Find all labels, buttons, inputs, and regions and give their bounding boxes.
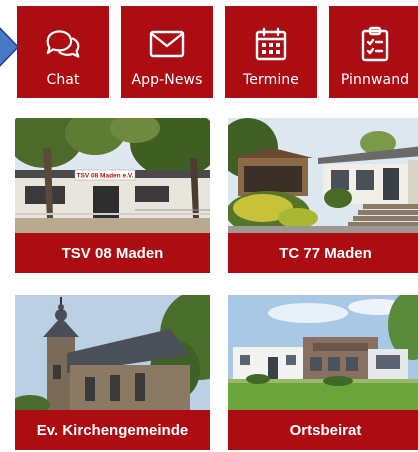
card-photo <box>228 118 418 233</box>
nav-tile-label: App-News <box>131 72 203 88</box>
pointer-arrow-icon <box>0 27 18 67</box>
card-title: TC 77 Maden <box>228 233 418 273</box>
nav-tile-chat[interactable]: Chat <box>17 6 109 98</box>
card-title: TSV 08 Maden <box>15 233 210 273</box>
card-ev-kirchengemeinde[interactable]: Ev. Kirchengemeinde <box>15 295 210 450</box>
nav-tile-pinnwand[interactable]: Pinnwand <box>329 6 418 98</box>
nav-tile-app-news[interactable]: App-News <box>121 6 213 98</box>
card-tsv-08-maden[interactable]: TSV 08 Maden e.V. TSV 08 Maden <box>15 118 210 273</box>
card-photo <box>228 295 418 410</box>
nav-tile-termine[interactable]: Termine <box>225 6 317 98</box>
chat-bubbles-icon <box>45 28 81 60</box>
card-title: Ev. Kirchengemeinde <box>15 410 210 450</box>
clipboard-icon <box>357 26 393 62</box>
nav-tile-label: Pinnwand <box>340 72 410 88</box>
card-tc-77-maden[interactable]: TC 77 Maden <box>228 118 418 273</box>
card-photo <box>15 295 210 410</box>
club-sign: TSV 08 Maden e.V. <box>77 173 134 180</box>
card-title: Ortsbeirat <box>228 410 418 450</box>
nav-tile-label: Chat <box>46 72 80 88</box>
card-photo: TSV 08 Maden e.V. <box>15 118 210 233</box>
nav-tile-label: Termine <box>242 72 299 88</box>
calendar-icon <box>253 27 289 61</box>
card-ortsbeirat[interactable]: Ortsbeirat <box>228 295 418 450</box>
envelope-icon <box>149 28 185 60</box>
